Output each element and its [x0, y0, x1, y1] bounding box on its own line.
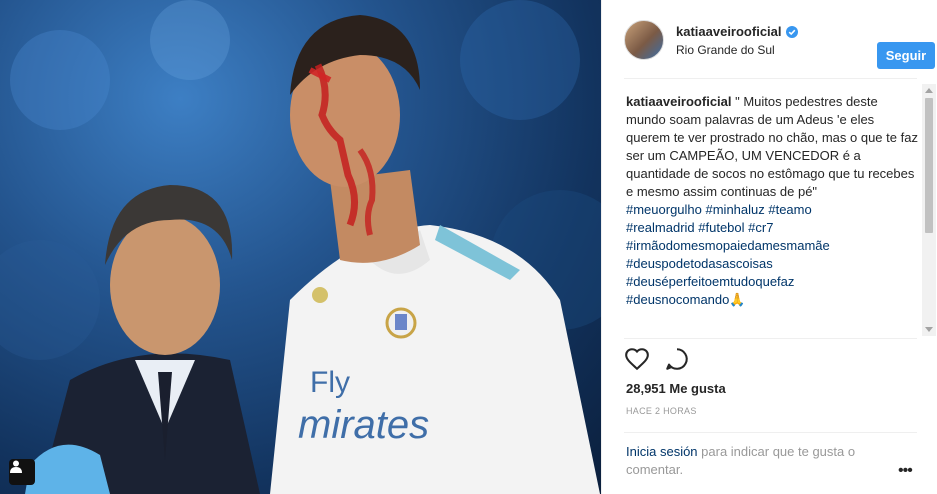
scroll-up-arrow-icon[interactable] — [925, 88, 933, 93]
jersey-sponsor-line2: mirates — [298, 403, 429, 447]
hashtag-line[interactable]: #irmãodomesmopaiedamesmamãe — [626, 237, 918, 255]
post-timestamp[interactable]: HACE 2 HORAS — [626, 406, 697, 416]
location-link[interactable]: Rio Grande do Sul — [676, 43, 775, 57]
action-bar — [624, 346, 690, 372]
post-photo[interactable]: Fly mirates — [0, 0, 601, 494]
hashtag-line[interactable]: #realmadrid #futebol #cr7 — [626, 219, 918, 237]
verified-icon — [785, 25, 798, 38]
hashtag-line[interactable]: #meuorgulho #minhaluz #teamo — [626, 201, 918, 219]
caption-username[interactable]: katiaaveirooficial — [626, 94, 732, 109]
username-row: katiaaveirooficial — [676, 24, 798, 39]
avatar[interactable] — [624, 20, 664, 60]
hashtag-line[interactable]: #deuséperfeitoemtudoquefaz — [626, 273, 918, 291]
caption: katiaaveirooficial " Muitos pedestres de… — [626, 93, 918, 333]
login-prompt: Inicia sesión para indicar que te gusta … — [626, 443, 886, 479]
caption-scrollbar[interactable] — [922, 84, 936, 336]
post-header: katiaaveirooficial Rio Grande do Sul Seg… — [624, 16, 935, 69]
jersey-sponsor-line1: Fly — [310, 366, 350, 399]
header-divider — [624, 78, 917, 79]
caption-text: " Muitos pedestres deste mundo soam pala… — [626, 94, 918, 199]
post-side-panel: katiaaveirooficial Rio Grande do Sul Seg… — [601, 0, 937, 494]
scroll-down-arrow-icon[interactable] — [925, 327, 933, 332]
person-icon — [10, 460, 22, 473]
caption-divider — [624, 338, 917, 339]
like-count[interactable]: 28,951 Me gusta — [626, 381, 726, 396]
photo-illustration: Fly mirates — [0, 0, 601, 494]
heart-icon[interactable] — [624, 346, 650, 372]
hashtag-list: #meuorgulho #minhaluz #teamo #realmadrid… — [626, 201, 918, 309]
comment-icon[interactable] — [664, 346, 690, 372]
hashtag-line[interactable]: #deuspodetodasascoisas — [626, 255, 918, 273]
username-link[interactable]: katiaaveirooficial — [676, 24, 782, 39]
hashtag-line[interactable]: #deusnocomando🙏 — [626, 291, 918, 309]
login-link[interactable]: Inicia sesión — [626, 444, 698, 459]
user-tag-icon[interactable] — [9, 459, 35, 485]
follow-button[interactable]: Seguir — [877, 42, 935, 69]
scrollbar-thumb[interactable] — [925, 98, 933, 233]
footer-divider — [624, 432, 917, 433]
more-options-icon[interactable]: ••• — [898, 462, 913, 480]
